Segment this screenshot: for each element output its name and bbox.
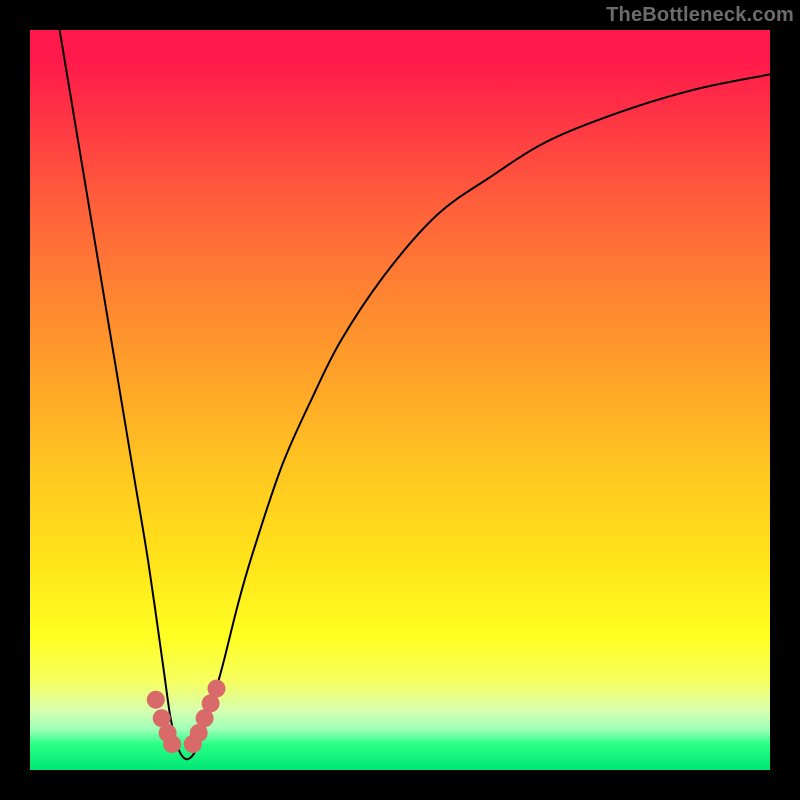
chart-container: TheBottleneck.com xyxy=(0,0,800,800)
series-curve xyxy=(60,30,770,759)
valley-marker xyxy=(208,680,226,698)
valley-marker-group xyxy=(147,680,226,754)
valley-marker xyxy=(163,735,181,753)
valley-marker xyxy=(147,691,165,709)
plot-area xyxy=(30,30,770,770)
watermark-label: TheBottleneck.com xyxy=(606,4,794,27)
series-layer xyxy=(30,30,770,770)
